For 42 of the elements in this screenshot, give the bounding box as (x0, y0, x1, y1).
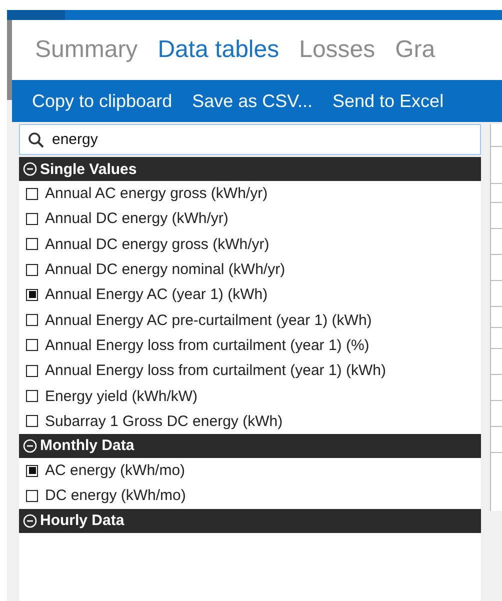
checkbox[interactable] (26, 339, 38, 352)
group-title: Monthly Data (40, 437, 134, 454)
checkbox[interactable] (26, 364, 38, 377)
variable-label: Annual DC energy (kWh/yr) (45, 210, 228, 228)
search-field[interactable]: energy (19, 124, 481, 155)
group-title: Hourly Data (40, 512, 124, 530)
group-title: Single Values (40, 160, 137, 178)
variable-label: Annual Energy AC pre-curtailment (year 1) (kWh) (45, 312, 372, 329)
checkbox[interactable] (26, 212, 38, 225)
checkbox[interactable] (26, 264, 38, 276)
top-bar-segment (7, 10, 65, 20)
variable-label: Energy yield (kWh/kW) (45, 388, 198, 405)
checkbox[interactable] (26, 464, 38, 477)
variable-label: Annual AC energy gross (kWh/yr) (45, 185, 268, 202)
variable-label: Annual Energy loss from curtailment (year 1) (kWh) (45, 362, 386, 380)
group-header[interactable]: Monthly Data (19, 434, 481, 458)
scrollbar-thumb[interactable] (7, 20, 12, 100)
checkbox[interactable] (26, 390, 38, 402)
toolbar-button[interactable]: Send to Excel (332, 90, 444, 112)
checkbox[interactable] (26, 288, 38, 301)
search-input[interactable]: energy (50, 130, 480, 149)
checkbox[interactable] (26, 314, 38, 326)
tab[interactable]: Gra (395, 36, 436, 64)
variable-label: AC energy (kWh/mo) (45, 462, 186, 480)
tab[interactable]: Losses (299, 36, 376, 64)
variable-label: Subarray 1 Gross DC energy (kWh) (45, 412, 283, 430)
variable-label: Annual Energy AC (year 1) (kWh) (45, 286, 268, 304)
group-header[interactable]: Single Values (19, 157, 481, 181)
variable-label: DC energy (kWh/mo) (45, 487, 186, 504)
variable-label: Annual DC energy gross (kWh/yr) (45, 236, 270, 253)
search-icon (28, 132, 44, 148)
variable-label: Annual Energy loss from curtailment (year 1) (%) (45, 336, 370, 354)
group-header[interactable]: Hourly Data (19, 508, 481, 533)
toolbar-button[interactable]: Copy to clipboard (32, 90, 172, 112)
checkbox[interactable] (26, 238, 38, 250)
tab[interactable]: Data tables (158, 36, 280, 64)
checkbox[interactable] (26, 415, 38, 428)
tab[interactable]: Summary (35, 36, 138, 64)
checkbox[interactable] (26, 490, 38, 502)
checkbox[interactable] (26, 188, 38, 200)
toolbar-button[interactable]: Save as CSV... (192, 90, 312, 112)
variable-label: Annual DC energy nominal (kWh/yr) (45, 261, 286, 278)
